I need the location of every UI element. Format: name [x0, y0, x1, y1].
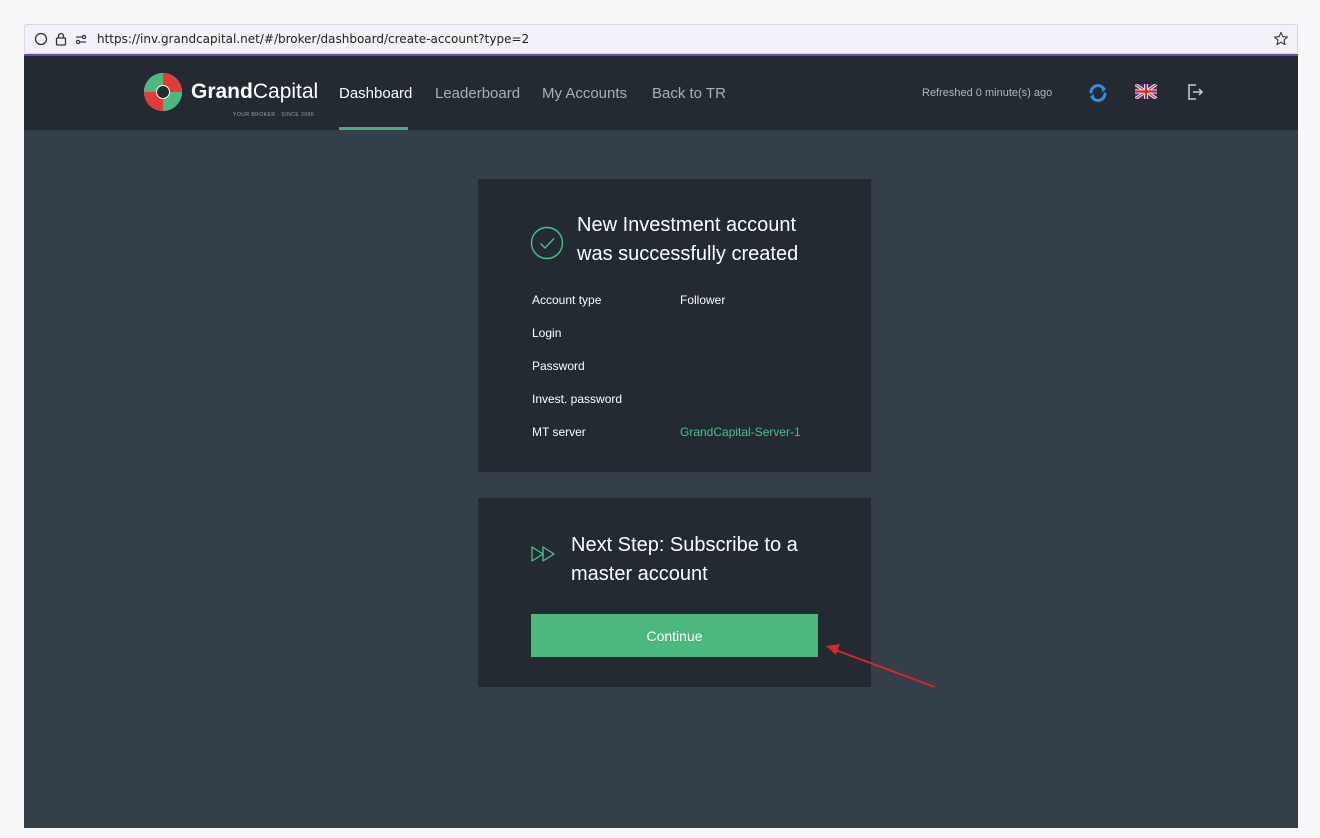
account-type-label: Account type — [532, 293, 602, 307]
nav-leaderboard[interactable]: Leaderboard — [435, 85, 520, 102]
shield-icon[interactable] — [31, 29, 51, 49]
continue-button[interactable]: Continue — [531, 614, 818, 657]
mt-server-value: GrandCapital-Server-1 — [680, 425, 801, 439]
permissions-icon[interactable] — [71, 29, 91, 49]
next-step-card: Next Step: Subscribe to a master account… — [478, 498, 871, 687]
active-tab-indicator — [339, 127, 408, 130]
check-circle-icon — [530, 226, 564, 260]
nav-back-to-tr[interactable]: Back to TR — [652, 85, 726, 102]
address-bar[interactable]: https://inv.grandcapital.net/#/broker/da… — [24, 24, 1298, 54]
nav-dashboard[interactable]: Dashboard — [339, 85, 412, 102]
mt-server-label: MT server — [532, 425, 586, 439]
grandcapital-logo[interactable]: GrandCapital YOUR BROKER · SINCE 2006 — [143, 72, 318, 119]
app-viewport: GrandCapital YOUR BROKER · SINCE 2006 Da… — [24, 56, 1298, 828]
browser-window: https://inv.grandcapital.net/#/broker/da… — [0, 0, 1320, 838]
uk-flag-icon[interactable] — [1135, 83, 1157, 99]
account-created-card: New Investment account was successfully … — [478, 179, 871, 472]
logout-icon[interactable] — [1184, 81, 1206, 103]
nav-my-accounts[interactable]: My Accounts — [542, 85, 627, 102]
fast-forward-icon — [530, 544, 560, 564]
password-label: Password — [532, 359, 585, 373]
logo-mark-icon — [144, 73, 182, 111]
lock-icon[interactable] — [51, 29, 71, 49]
bookmark-star-icon[interactable] — [1271, 29, 1291, 49]
success-title: New Investment account was successfully … — [577, 214, 799, 265]
logo-tagline: YOUR BROKER · SINCE 2006 — [233, 112, 315, 118]
next-step-title: Next Step: Subscribe to a master account — [571, 534, 798, 585]
logo-wordmark: GrandCapital YOUR BROKER · SINCE 2006 — [191, 81, 318, 119]
refresh-icon[interactable] — [1086, 81, 1110, 105]
top-navigation: GrandCapital YOUR BROKER · SINCE 2006 Da… — [24, 56, 1298, 130]
account-type-value: Follower — [680, 293, 726, 307]
login-label: Login — [532, 326, 562, 340]
invest-password-label: Invest. password — [532, 392, 623, 406]
refresh-status: Refreshed 0 minute(s) ago — [922, 87, 1053, 99]
url-text[interactable]: https://inv.grandcapital.net/#/broker/da… — [97, 32, 529, 46]
